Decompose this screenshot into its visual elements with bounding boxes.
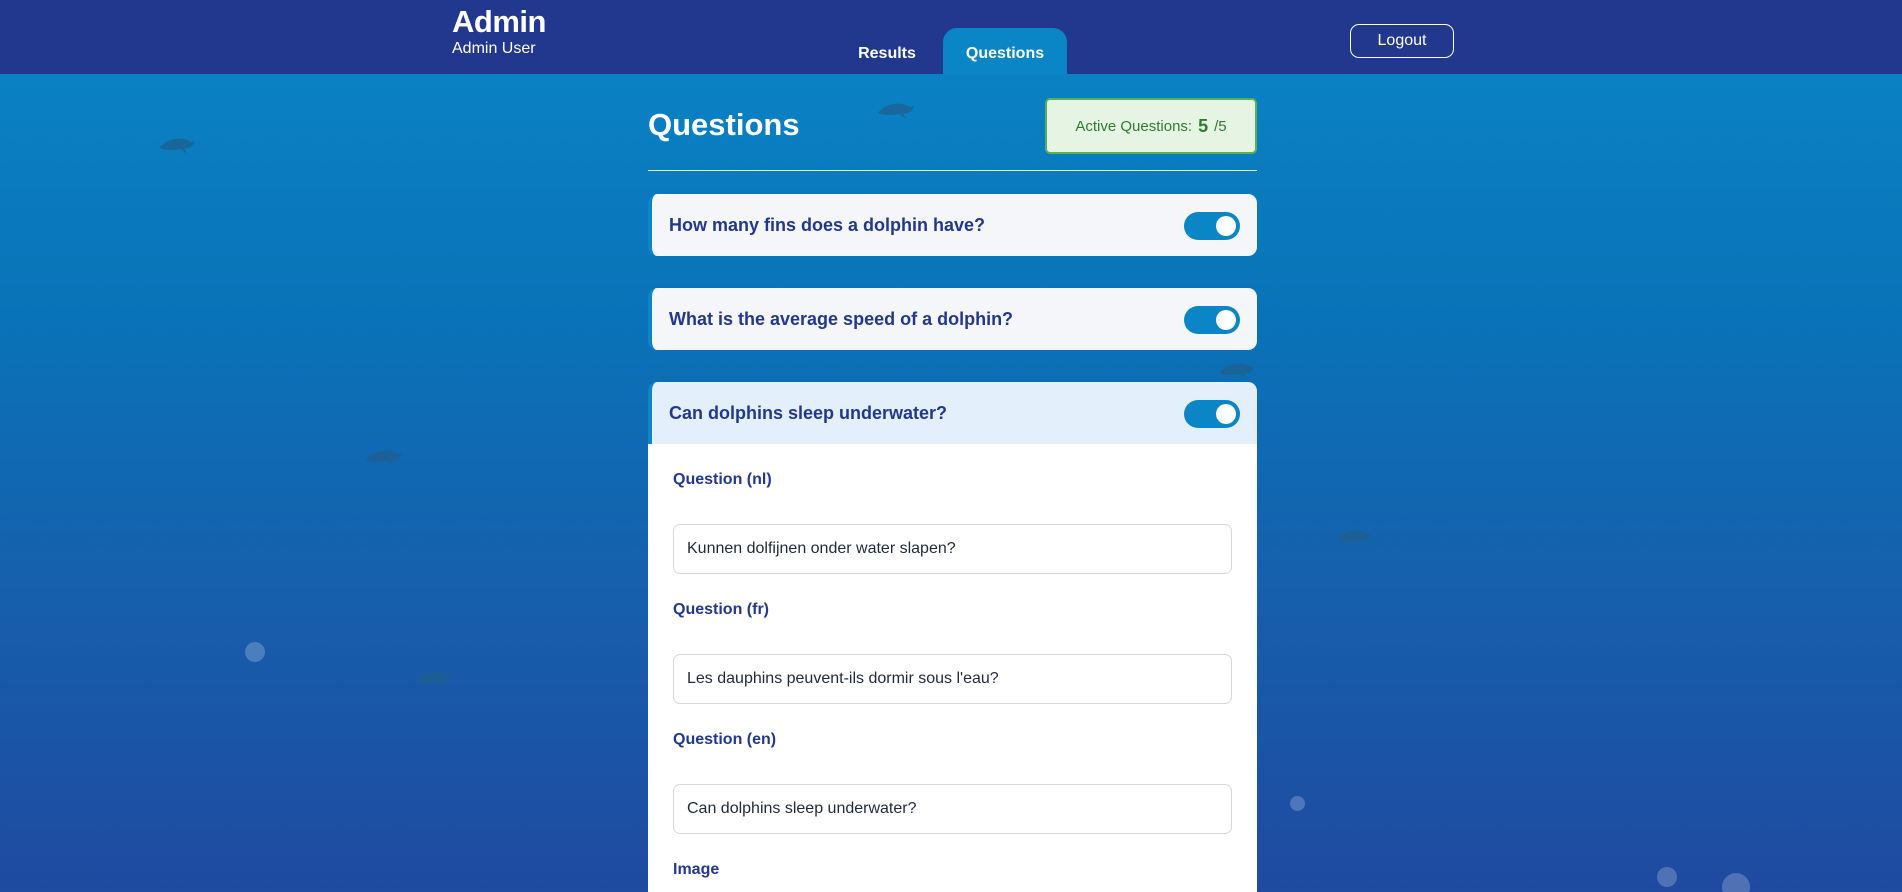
question-card[interactable]: How many fins does a dolphin have?: [648, 194, 1257, 256]
question-fr-label: Question (fr): [673, 601, 769, 618]
logout-button[interactable]: Logout: [1350, 24, 1454, 58]
question-active-toggle[interactable]: [1184, 212, 1240, 240]
dolphin-decoration-icon: [1219, 363, 1255, 379]
question-card[interactable]: What is the average speed of a dolphin?: [648, 288, 1257, 350]
page-title: Questions: [648, 107, 800, 142]
image-label: Image: [673, 861, 720, 878]
active-questions-total: /5: [1214, 117, 1227, 135]
brand: Admin Admin User: [452, 6, 546, 59]
tab-questions[interactable]: Questions: [943, 28, 1067, 74]
question-nl-label: Question (nl): [673, 471, 772, 488]
question-card-expanded[interactable]: Can dolphins sleep underwater?: [648, 382, 1257, 444]
question-title: Can dolphins sleep underwater?: [669, 403, 948, 423]
top-navbar: Admin Admin User Results Questions Logou…: [0, 0, 1902, 74]
question-title: How many fins does a dolphin have?: [669, 215, 986, 235]
dolphin-decoration-icon: [366, 450, 402, 466]
question-nl-input[interactable]: [673, 524, 1232, 574]
brand-title: Admin: [452, 4, 546, 39]
active-questions-label: Active Questions:: [1075, 117, 1193, 135]
tab-results[interactable]: Results: [842, 44, 932, 64]
bubble-decoration: [1722, 873, 1750, 892]
current-user-name: Admin User: [452, 40, 536, 57]
dolphin-decoration-icon: [159, 138, 195, 154]
bubble-decoration: [1290, 796, 1305, 811]
dolphin-decoration-icon: [416, 671, 452, 687]
dolphin-decoration-icon: [878, 103, 914, 119]
active-questions-count: 5: [1198, 115, 1209, 136]
dolphin-decoration-icon: [1336, 530, 1372, 546]
bubble-decoration: [245, 642, 265, 662]
question-fr-input[interactable]: [673, 654, 1232, 704]
question-en-input[interactable]: [673, 784, 1232, 834]
title-divider: [648, 170, 1257, 171]
question-en-label: Question (en): [673, 731, 777, 748]
question-title: What is the average speed of a dolphin?: [669, 309, 1014, 329]
question-active-toggle[interactable]: [1184, 400, 1240, 428]
active-questions-badge: Active Questions: 5 /5: [1045, 98, 1257, 154]
question-active-toggle[interactable]: [1184, 306, 1240, 334]
bubble-decoration: [1657, 867, 1677, 887]
